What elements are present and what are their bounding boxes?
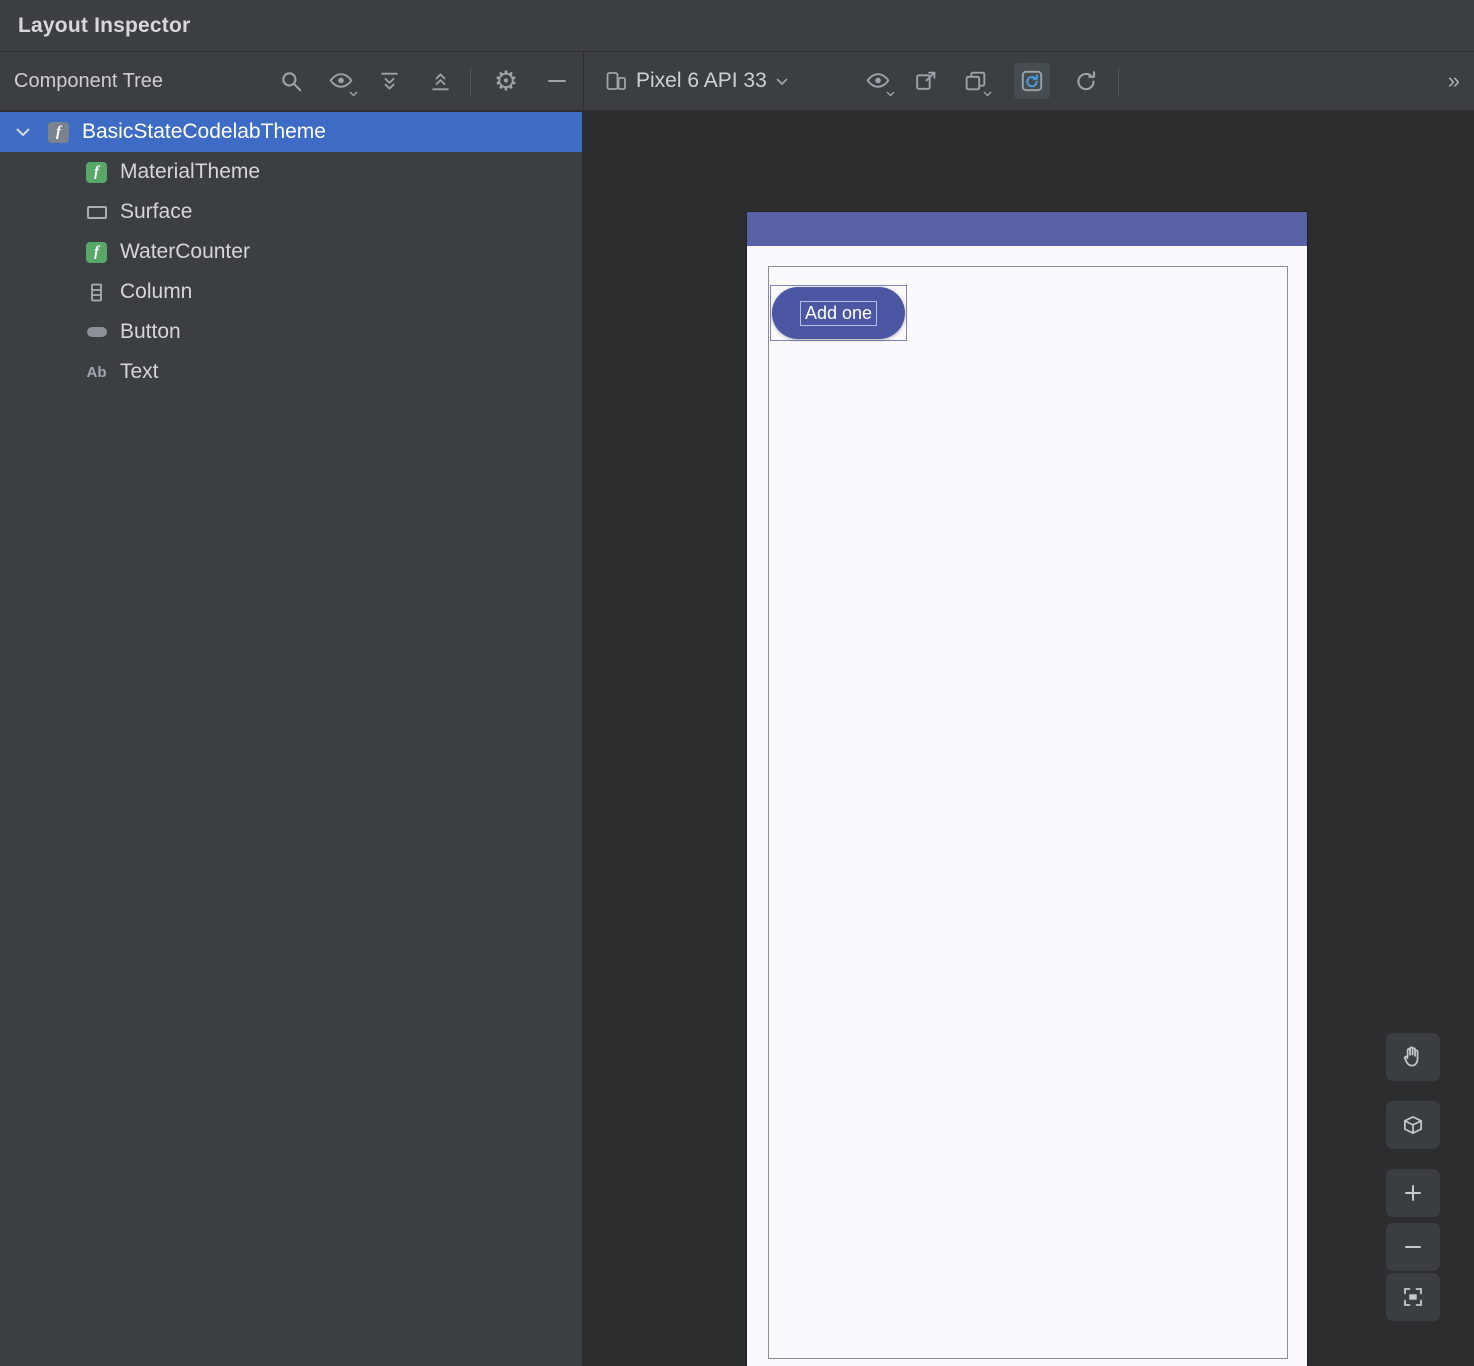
compose-node-icon: f <box>86 161 107 183</box>
search-icon[interactable] <box>273 63 309 99</box>
3d-mode-icon[interactable] <box>1386 1101 1440 1149</box>
device-screen-render[interactable]: Add one <box>747 212 1307 1366</box>
button-component-bounds[interactable]: Add one <box>770 285 907 341</box>
tree-item-text[interactable]: Ab Text <box>0 352 582 392</box>
export-screenshot-icon[interactable] <box>907 63 943 99</box>
zoom-in-icon[interactable] <box>1386 1169 1440 1217</box>
zoom-out-icon[interactable] <box>1386 1223 1440 1271</box>
toolbar-overflow-button[interactable]: » <box>1448 63 1460 99</box>
component-tree-panel: f BasicStateCodelabTheme f MaterialTheme… <box>0 112 583 1366</box>
collapse-all-icon[interactable] <box>422 63 458 99</box>
refresh-icon[interactable] <box>1068 63 1104 99</box>
chevron-down-icon[interactable] <box>12 121 34 143</box>
add-one-button[interactable]: Add one <box>772 287 905 339</box>
settings-gear-icon[interactable]: ⚙ <box>488 63 524 99</box>
surface-node-icon <box>86 202 107 223</box>
device-selector-dropdown[interactable]: Pixel 6 API 33 <box>600 63 793 99</box>
add-one-button-label: Add one <box>799 300 878 326</box>
tree-item-label: Button <box>120 320 181 343</box>
device-icon <box>606 72 626 90</box>
toolbar-separator <box>470 68 471 95</box>
chevron-down-icon <box>886 91 895 97</box>
column-component-bounds[interactable]: Add one <box>768 266 1288 1359</box>
tree-item-label: MaterialTheme <box>120 160 261 183</box>
chevron-down-icon <box>776 77 788 85</box>
toolbar-separator <box>583 52 584 110</box>
column-node-icon <box>86 282 107 303</box>
tree-item-column[interactable]: Column <box>0 272 582 312</box>
tree-item-label: Surface <box>120 200 193 223</box>
window-title: Layout Inspector <box>18 13 191 37</box>
device-app-bar <box>747 212 1307 246</box>
export-snapshot-icon[interactable] <box>957 63 993 99</box>
hide-panel-icon[interactable] <box>539 63 575 99</box>
chevron-down-icon <box>349 91 358 97</box>
compose-node-icon: f <box>86 241 107 263</box>
toolbar-separator <box>1118 68 1119 95</box>
window-title-bar: Layout Inspector <box>0 0 1474 52</box>
render-options-eye-icon[interactable] <box>860 63 896 99</box>
layout-inspector-window: Layout Inspector Component Tree ⚙ Pixel … <box>0 0 1474 1366</box>
tree-item-label: BasicStateCodelabTheme <box>82 120 326 143</box>
expand-all-icon[interactable] <box>371 63 407 99</box>
zoom-to-fit-icon[interactable] <box>1386 1273 1440 1321</box>
tree-item-label: Column <box>120 280 193 303</box>
pan-hand-icon[interactable] <box>1386 1033 1440 1081</box>
tree-item-surface[interactable]: Surface <box>0 192 582 232</box>
tree-item-button[interactable]: Button <box>0 312 582 352</box>
tree-item-basicstatecodelabtheme[interactable]: f BasicStateCodelabTheme <box>0 112 582 152</box>
main-toolbar: Component Tree ⚙ Pixel 6 API 33 » <box>0 52 1474 111</box>
tree-item-label: Text <box>120 360 159 383</box>
component-tree-header: Component Tree <box>14 69 163 92</box>
tree-item-materialtheme[interactable]: f MaterialTheme <box>0 152 582 192</box>
render-canvas[interactable]: Add one <box>584 112 1474 1366</box>
button-node-icon <box>86 322 107 343</box>
visibility-options-icon[interactable] <box>323 63 359 99</box>
text-node-icon: Ab <box>86 363 107 381</box>
tree-item-label: WaterCounter <box>120 240 250 263</box>
chevron-down-icon <box>983 91 992 97</box>
live-updates-toggle-icon[interactable] <box>1014 63 1050 99</box>
compose-node-icon: f <box>48 121 69 143</box>
device-selector-label: Pixel 6 API 33 <box>636 69 767 92</box>
tree-item-watercounter[interactable]: f WaterCounter <box>0 232 582 272</box>
